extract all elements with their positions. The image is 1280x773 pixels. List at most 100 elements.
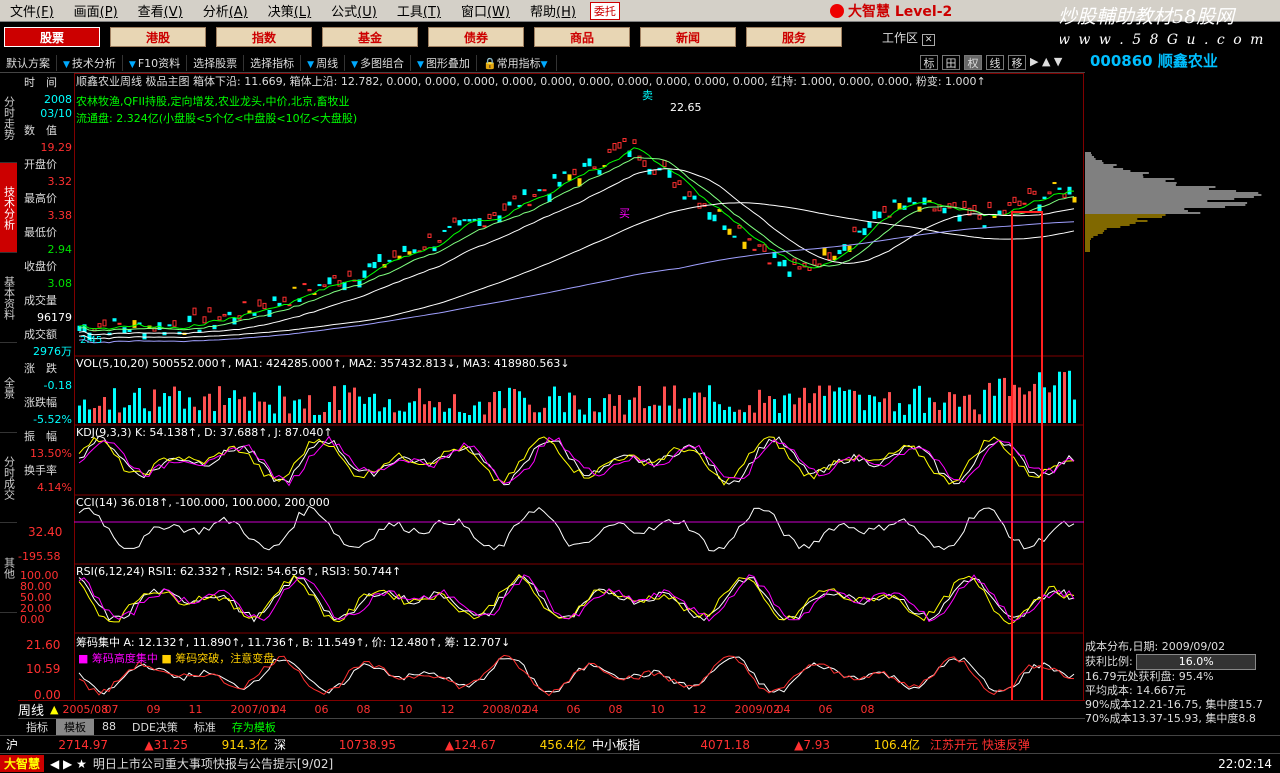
menu-window[interactable]: 窗口(W) (451, 1, 520, 20)
nav-bonds[interactable]: 债券 (428, 27, 524, 47)
menu-analysis[interactable]: 分析(A) (193, 1, 258, 20)
toggle-grid[interactable]: 田 (942, 55, 960, 70)
tab-template[interactable]: 模板 (56, 718, 94, 735)
volume-bar (1053, 385, 1056, 423)
dropdown-icon: ▼ (307, 59, 315, 70)
volume-bar (898, 403, 901, 423)
news-bar: 大智慧 ◀ ▶ ★ 明日上市公司重大事项快报与公告提示[9/02] 22:02:… (0, 753, 1280, 773)
volume-bar (858, 394, 861, 423)
logo-icon (830, 4, 844, 18)
tab-panorama[interactable]: 全景 (0, 343, 17, 433)
sme-label[interactable]: 中小板指 (586, 736, 640, 753)
alert-text[interactable]: 江苏开元 快速反弹 (920, 736, 1030, 753)
candle (827, 252, 832, 261)
sz-label[interactable]: 深 (268, 736, 286, 753)
candle (127, 329, 132, 333)
nav-stocks[interactable]: 股票 (4, 27, 100, 47)
candle (462, 219, 467, 222)
period-arrow-icon[interactable]: ▲ (50, 703, 58, 716)
tab-dde[interactable]: DDE决策 (124, 719, 186, 735)
nav-commodities[interactable]: 商品 (534, 27, 630, 47)
toolbar-f10[interactable]: ▼ F10资料 (123, 54, 188, 71)
menu-help[interactable]: 帮助(H) (520, 1, 586, 20)
tab-88[interactable]: 88 (94, 720, 124, 733)
volume-bar (163, 393, 166, 423)
toolbar-default-scheme[interactable]: 默认方案 (0, 54, 57, 71)
news-text[interactable]: 明日上市公司重大事项快报与公告提示[9/02] (93, 755, 333, 772)
volume-bar (628, 399, 631, 423)
ma-line (78, 221, 1075, 344)
close-icon[interactable]: ✕ (921, 33, 936, 46)
candle (587, 158, 592, 167)
menu-tools[interactable]: 工具(T) (387, 1, 451, 20)
candle (332, 275, 337, 279)
volume-bar (173, 386, 176, 423)
candle (907, 197, 912, 203)
nav-indices[interactable]: 指数 (216, 27, 312, 47)
volume-bar (1033, 383, 1036, 423)
toolbar-multi-chart[interactable]: ▼ 多图组合 (345, 54, 412, 71)
volume-bar (118, 412, 121, 423)
nav-news[interactable]: 新闻 (640, 27, 736, 47)
volume-bar (918, 385, 921, 423)
sh-label[interactable]: 沪 (0, 736, 18, 753)
volume-bar (883, 398, 886, 423)
x-tick-label: 2007/01 (230, 702, 277, 716)
candle (562, 171, 567, 174)
tab-tech-analysis[interactable]: 技术分析 (0, 163, 17, 253)
volume-bar (978, 414, 981, 423)
news-logo[interactable]: 大智慧 (0, 755, 45, 772)
candle (97, 323, 102, 328)
toolbar-select-indicator[interactable]: 选择指标 (244, 54, 302, 71)
toggle-line[interactable]: 线 (986, 55, 1004, 70)
menu-file[interactable]: 文件(F) (0, 1, 64, 20)
tab-save-template[interactable]: 存为模板 (224, 719, 284, 735)
volume-bar (648, 406, 651, 423)
toggle-rights[interactable]: 权 (964, 55, 982, 70)
menu-decision[interactable]: 决策(L) (258, 1, 321, 20)
toggle-move[interactable]: 移 (1008, 55, 1026, 70)
toolbar-period[interactable]: ▼ 周线 (301, 54, 346, 71)
volume-bar (318, 414, 321, 423)
toolbar-tech-analysis[interactable]: ▼ 技术分析 (57, 54, 123, 71)
nav-funds[interactable]: 基金 (322, 27, 418, 47)
tab-trades[interactable]: 分时成交 (0, 433, 17, 523)
toolbar-common-indicators[interactable]: 🔒常用指标▼ (477, 54, 557, 71)
toolbar-overlay[interactable]: ▼ 图形叠加 (411, 54, 477, 71)
toggle-mark[interactable]: 标 (920, 55, 938, 70)
volume-bar (498, 391, 501, 423)
entrust-button[interactable]: 委托 (589, 1, 620, 20)
volume-bar (388, 399, 391, 423)
menu-view[interactable]: 查看(V) (128, 1, 193, 20)
volume-bar (303, 408, 306, 423)
volume-bar (453, 394, 456, 423)
volume-bar (363, 403, 366, 423)
x-tick-label: 04 (524, 702, 539, 716)
nav-services[interactable]: 服务 (746, 27, 842, 47)
workarea-button[interactable]: 工作区 ✕ (882, 29, 936, 46)
dist-line: 90%成本12.21-16.75, 集中度15.7 (1085, 698, 1263, 711)
index-ticker: 沪 2714.97 ▲31.25 914.3亿 深 10738.95 ▲124.… (0, 735, 1280, 753)
volume-bar (868, 394, 871, 423)
menu-view-screen[interactable]: 画面(P) (64, 1, 128, 20)
menu-formula[interactable]: 公式(U) (321, 1, 387, 20)
scroll-arrows[interactable]: ▶ ▲ ▼ (1030, 55, 1062, 68)
oscillator-line (78, 574, 1075, 625)
news-nav-icons[interactable]: ◀ ▶ ★ (44, 757, 93, 771)
cci-hi-tick: 32.40 (28, 525, 63, 539)
volume-bar (638, 385, 641, 423)
toolbar-select-stock[interactable]: 选择股票 (187, 54, 245, 71)
tab-intraday[interactable]: 分时走势 (0, 73, 17, 163)
volume-bar (408, 402, 411, 423)
volume-bar (373, 393, 376, 423)
tab-standard[interactable]: 标准 (186, 719, 224, 735)
sh-value: 2714.97 (58, 737, 109, 752)
nav-hk-stocks[interactable]: 港股 (110, 27, 206, 47)
chart-area[interactable]: 顺鑫农业周线 极品主图 箱体下沿: 11.669, 箱体上沿: 12.782, … (74, 73, 1084, 716)
period-label[interactable]: 周线 (18, 700, 50, 719)
tab-other[interactable]: 其他 (0, 523, 17, 613)
tab-fundamentals[interactable]: 基本资料 (0, 253, 17, 343)
volume-bar (448, 408, 451, 423)
rsi-tick: 0.00 (20, 613, 45, 626)
tab-indicator[interactable]: 指标 (18, 719, 56, 735)
